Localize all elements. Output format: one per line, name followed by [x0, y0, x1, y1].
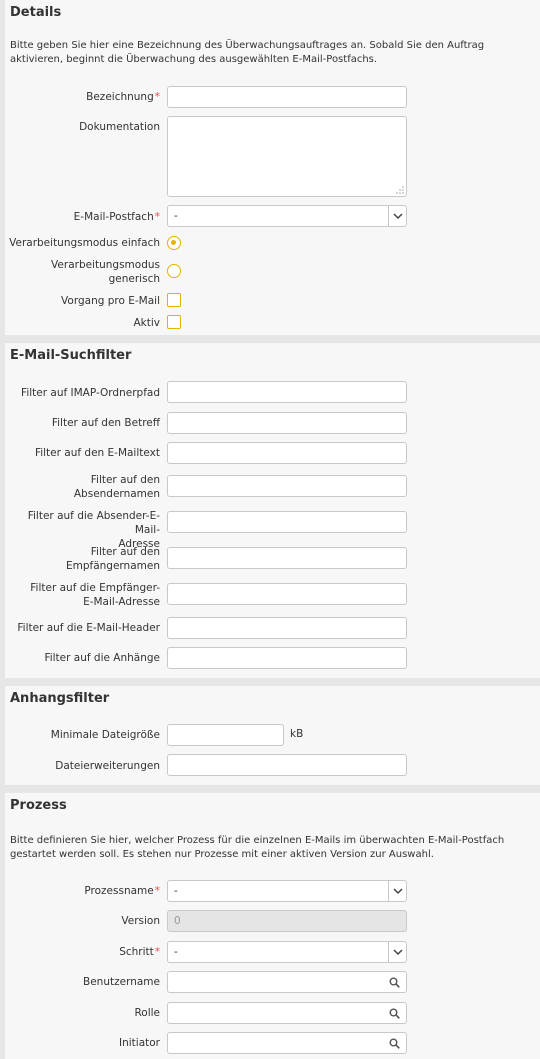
chevron-down-icon[interactable] [388, 206, 406, 226]
postfach-label: E-Mail-Postfach* [73, 211, 160, 223]
details-description: Bitte geben Sie hier eine Bezeichnung de… [10, 40, 485, 65]
extensions-input[interactable] [167, 754, 407, 776]
imap-filter-input[interactable] [167, 381, 407, 403]
suchfilter-panel: E-Mail-Suchfilter Filter auf IMAP-Ordner… [5, 343, 540, 678]
min-size-label: Minimale Dateigröße [50, 729, 160, 741]
mode-generic-label: Verarbeitungsmodus generisch [51, 259, 160, 285]
schritt-select[interactable]: - [167, 941, 407, 963]
mailtext-filter-label: Filter auf den E-Mailtext [34, 447, 160, 459]
anhangsfilter-title: Anhangsfilter [10, 691, 110, 706]
schritt-label: Schritt* [119, 946, 160, 958]
header-filter-input[interactable] [167, 617, 407, 639]
postfach-selected-value: - [174, 210, 178, 222]
chevron-down-icon[interactable] [388, 942, 406, 962]
min-size-unit: kB [290, 728, 304, 740]
search-icon[interactable] [389, 977, 400, 988]
mode-simple-radio[interactable] [167, 236, 181, 250]
empfaengeradresse-filter-label: Filter auf die Empfänger- E-Mail-Adresse [30, 582, 160, 608]
benutzername-input[interactable] [167, 971, 407, 993]
details-title: Details [10, 5, 62, 20]
prozess-title: Prozess [10, 798, 67, 813]
dokumentation-textarea[interactable] [167, 116, 407, 197]
prozess-description: Bitte definieren Sie hier, welcher Proze… [10, 835, 505, 860]
dokumentation-label: Dokumentation [79, 121, 160, 133]
vorgang-label: Vorgang pro E-Mail [61, 295, 160, 307]
prozessname-select[interactable]: - [167, 880, 407, 902]
prozess-panel: Prozess Bitte definieren Sie hier, welch… [5, 793, 540, 1059]
prozessname-selected-value: - [174, 885, 178, 897]
bezeichnung-input[interactable] [167, 86, 407, 108]
empfaengeradresse-filter-input[interactable] [167, 583, 407, 605]
betreff-filter-label: Filter auf den Betreff [51, 417, 160, 429]
mode-simple-label: Verarbeitungsmodus einfach [9, 237, 160, 249]
anhaenge-filter-input[interactable] [167, 647, 407, 669]
details-panel: Details Bitte geben Sie hier eine Bezeic… [5, 0, 540, 335]
header-filter-label: Filter auf die E-Mail-Header [17, 622, 160, 634]
search-icon[interactable] [389, 1008, 400, 1019]
imap-filter-label: Filter auf IMAP-Ordnerpfad [21, 387, 160, 399]
absendernamen-filter-label: Filter auf den Absendernamen [73, 474, 160, 500]
suchfilter-title: E-Mail-Suchfilter [10, 348, 132, 363]
rolle-label: Rolle [134, 1007, 160, 1019]
search-icon[interactable] [389, 1038, 400, 1049]
bezeichnung-label: Bezeichnung* [86, 91, 160, 103]
anhaenge-filter-label: Filter auf die Anhänge [44, 652, 160, 664]
anhangsfilter-panel: Anhangsfilter Minimale Dateigröße kB Dat… [5, 686, 540, 785]
chevron-down-icon[interactable] [388, 881, 406, 901]
vorgang-checkbox[interactable] [167, 293, 181, 307]
postfach-select[interactable]: - [167, 205, 407, 227]
absenderadresse-filter-input[interactable] [167, 511, 407, 533]
schritt-selected-value: - [174, 946, 178, 958]
version-input: 0 [167, 910, 407, 932]
aktiv-checkbox[interactable] [167, 315, 181, 329]
benutzername-label: Benutzername [83, 976, 160, 988]
prozessname-label: Prozessname* [84, 885, 160, 897]
initiator-label: Initiator [119, 1037, 160, 1049]
version-label: Version [121, 915, 160, 927]
mailtext-filter-input[interactable] [167, 442, 407, 464]
min-size-input[interactable] [167, 724, 284, 746]
betreff-filter-input[interactable] [167, 412, 407, 434]
aktiv-label: Aktiv [133, 317, 160, 329]
resize-grip-icon[interactable] [396, 186, 404, 194]
empfaengernamen-filter-label: Filter auf den Empfängernamen [65, 546, 160, 572]
mode-generic-radio[interactable] [167, 264, 181, 278]
absendernamen-filter-input[interactable] [167, 475, 407, 497]
extensions-label: Dateierweiterungen [55, 760, 160, 772]
empfaengernamen-filter-input[interactable] [167, 547, 407, 569]
rolle-input[interactable] [167, 1002, 407, 1024]
initiator-input[interactable] [167, 1032, 407, 1054]
